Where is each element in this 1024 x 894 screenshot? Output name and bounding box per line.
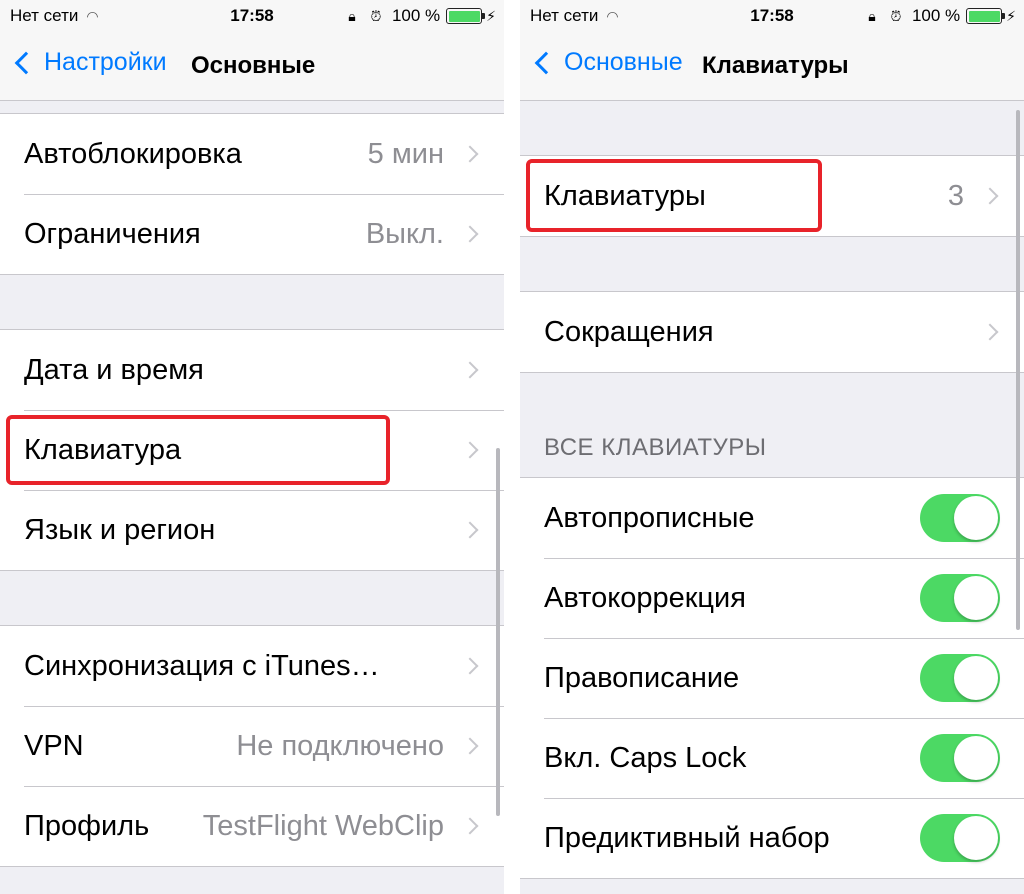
row-label: Синхронизация с iTunes… xyxy=(24,649,380,682)
alarm-icon: ⏰︎ xyxy=(890,8,902,24)
row-label: Вкл. Caps Lock xyxy=(544,741,747,774)
chevron-right-icon xyxy=(461,145,479,163)
predictive-switch[interactable] xyxy=(920,814,1000,862)
chevron-right-icon xyxy=(461,225,479,243)
spell-check-switch[interactable] xyxy=(920,654,1000,702)
row-label: Сокращения xyxy=(544,315,714,348)
rotation-lock-icon: 🔒︎ xyxy=(868,8,876,24)
keyboards-count: 3 xyxy=(947,179,964,212)
chevron-right-icon xyxy=(981,187,999,205)
auto-capitalization-switch[interactable] xyxy=(920,494,1000,542)
settings-group-sync: Синхронизация с iTunes… VPN Не подключен… xyxy=(0,625,504,867)
back-button-label: Настройки xyxy=(44,48,167,76)
row-vpn[interactable]: VPN Не подключено xyxy=(0,706,504,786)
settings-group-keyboards: Клавиатуры 3 xyxy=(520,155,1024,237)
row-label: Автопрописные xyxy=(544,501,755,534)
chevron-right-icon xyxy=(461,361,479,379)
navigation-bar: Настройки Основные xyxy=(0,34,504,101)
settings-group-lock: Автоблокировка 5 мин Ограничения Выкл. xyxy=(0,113,504,275)
alarm-icon: ⏰︎ xyxy=(370,8,382,24)
row-label: Правописание xyxy=(544,661,740,694)
row-value: TestFlight WebClip xyxy=(202,809,444,842)
battery-percentage: 100 % xyxy=(911,6,961,25)
row-predictive: Предиктивный набор xyxy=(520,798,1024,878)
row-auto-lock[interactable]: Автоблокировка 5 мин xyxy=(0,114,504,194)
scroll-indicator[interactable] xyxy=(1016,110,1020,630)
row-auto-correction: Автокоррекция xyxy=(520,558,1024,638)
row-label: Автоблокировка xyxy=(24,137,242,170)
row-label: Дата и время xyxy=(24,353,204,386)
battery-percentage: 100 % xyxy=(391,6,441,25)
row-label: Клавиатуры xyxy=(544,179,706,212)
row-shortcuts[interactable]: Сокращения xyxy=(520,292,1024,372)
row-restrictions[interactable]: Ограничения Выкл. xyxy=(0,194,504,274)
back-button-label: Основные xyxy=(564,48,683,76)
row-label: VPN xyxy=(24,729,84,762)
row-language-region[interactable]: Язык и регион xyxy=(0,490,504,570)
row-profile[interactable]: Профиль TestFlight WebClip xyxy=(0,786,504,866)
chevron-right-icon xyxy=(981,323,999,341)
keyboards-settings-screen: Нет сети ◠ 17:58 🔒︎ ⏰︎ 100 % ⚡︎ Основные … xyxy=(520,0,1024,894)
row-label: Предиктивный набор xyxy=(544,821,830,854)
chevron-right-icon xyxy=(461,441,479,459)
chevron-left-icon xyxy=(534,51,558,74)
row-value: 5 мин xyxy=(367,137,444,170)
row-label: Ограничения xyxy=(24,217,201,250)
status-indicators: 🔒︎ ⏰︎ 100 % ⚡︎ xyxy=(864,6,1016,26)
battery-icon xyxy=(446,8,486,24)
settings-group-datetime: Дата и время Клавиатура Язык и регион xyxy=(0,329,504,571)
navigation-bar: Основные Клавиатуры xyxy=(520,34,1024,101)
auto-correction-switch[interactable] xyxy=(920,574,1000,622)
back-button[interactable]: Основные xyxy=(532,48,683,77)
chevron-left-icon xyxy=(14,51,38,74)
battery-icon xyxy=(966,8,1006,24)
row-auto-capitalization: Автопрописные xyxy=(520,478,1024,558)
row-label: Профиль xyxy=(24,809,150,842)
page-title: Клавиатуры xyxy=(702,52,849,79)
charging-bolt-icon: ⚡︎ xyxy=(1006,7,1016,24)
charging-bolt-icon: ⚡︎ xyxy=(486,7,496,24)
status-indicators: 🔒︎ ⏰︎ 100 % ⚡︎ xyxy=(344,6,496,26)
row-itunes-sync[interactable]: Синхронизация с iTunes… xyxy=(0,626,504,706)
row-caps-lock: Вкл. Caps Lock xyxy=(520,718,1024,798)
row-keyboard[interactable]: Клавиатура xyxy=(0,410,504,490)
row-spell-check: Правописание xyxy=(520,638,1024,718)
chevron-right-icon xyxy=(461,657,479,675)
row-keyboards[interactable]: Клавиатуры 3 xyxy=(520,156,1024,236)
status-bar: Нет сети ◠ 17:58 🔒︎ ⏰︎ 100 % ⚡︎ xyxy=(0,0,504,34)
row-value: Выкл. xyxy=(365,217,444,250)
settings-group-toggles: Автопрописные Автокоррекция Правописание… xyxy=(520,477,1024,879)
page-title: Основные xyxy=(191,52,316,79)
chevron-right-icon xyxy=(461,817,479,835)
status-bar: Нет сети ◠ 17:58 🔒︎ ⏰︎ 100 % ⚡︎ xyxy=(520,0,1024,34)
chevron-right-icon xyxy=(461,737,479,755)
row-date-time[interactable]: Дата и время xyxy=(0,330,504,410)
row-label: Автокоррекция xyxy=(544,581,746,614)
back-button[interactable]: Настройки xyxy=(12,48,167,77)
rotation-lock-icon: 🔒︎ xyxy=(348,8,356,24)
row-label: Клавиатура xyxy=(24,433,182,466)
chevron-right-icon xyxy=(461,521,479,539)
caps-lock-switch[interactable] xyxy=(920,734,1000,782)
row-value: Не подключено xyxy=(236,729,444,762)
general-settings-screen: Нет сети ◠ 17:58 🔒︎ ⏰︎ 100 % ⚡︎ Настройки… xyxy=(0,0,504,894)
scroll-indicator[interactable] xyxy=(496,448,500,816)
row-label: Язык и регион xyxy=(24,513,216,546)
section-header-all-keyboards: ВСЕ КЛАВИАТУРЫ xyxy=(544,434,767,461)
settings-group-shortcuts: Сокращения xyxy=(520,291,1024,373)
